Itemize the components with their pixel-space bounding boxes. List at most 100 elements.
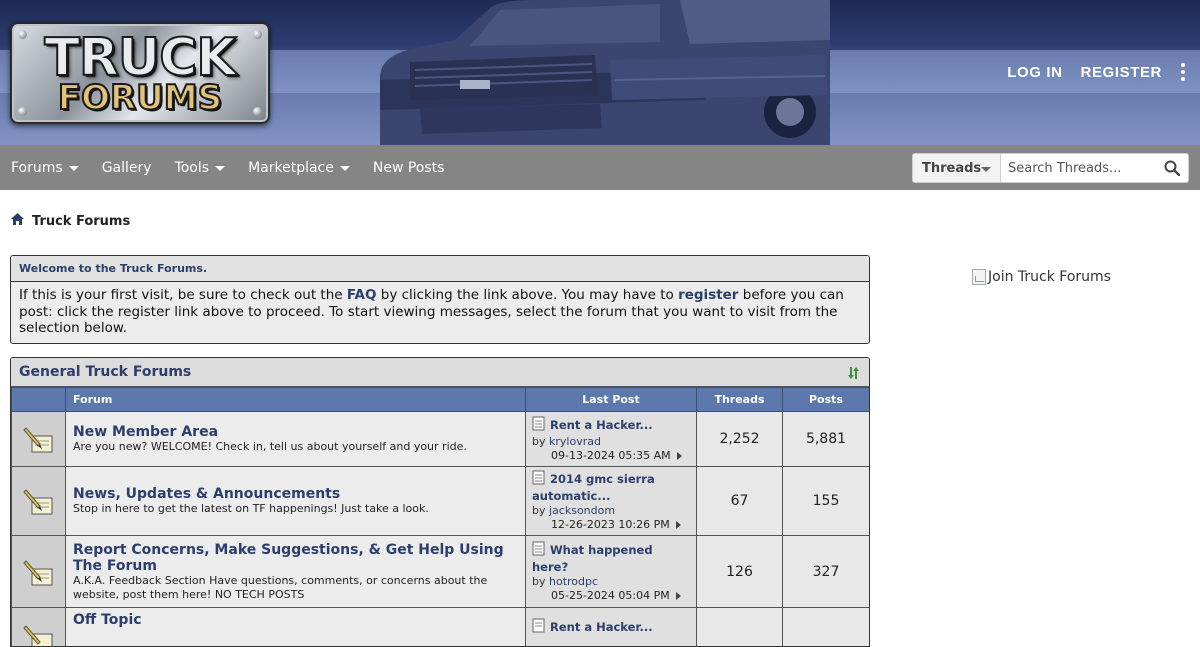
last-post-cell: What happened here? by hotrodpc 05-25-20… [526,536,697,608]
forum-description: A.K.A. Feedback Section Have questions, … [73,574,518,602]
faq-link[interactable]: FAQ [347,287,377,303]
nav-label: Marketplace [248,160,334,176]
nav-marketplace[interactable]: Marketplace [248,160,350,176]
last-post-title[interactable]: 2014 gmc sierra automatic... [532,472,655,503]
goto-post-icon[interactable] [676,521,681,529]
forum-info-cell: New Member Area Are you new? WELCOME! Ch… [66,412,526,467]
table-row: News, Updates & Announcements Stop in he… [12,467,870,536]
last-post-title[interactable]: What happened here? [532,543,653,574]
last-post-title-row[interactable]: 2014 gmc sierra automatic... [532,470,690,504]
row-icon-cell [12,536,66,608]
last-post-cell: Rent a Hacker... [526,608,697,647]
last-post-title[interactable]: Rent a Hacker... [550,418,653,432]
last-post-title[interactable]: Rent a Hacker... [550,620,653,634]
last-post-date-line: 12-26-2023 10:26 PM [532,518,690,532]
site-logo[interactable]: TRUCK FORUMS [10,22,270,124]
last-post-date: 05-25-2024 05:04 PM [551,589,670,602]
register-inline-link[interactable]: register [678,287,738,303]
forum-title-link[interactable]: Report Concerns, Make Suggestions, & Get… [73,542,518,574]
last-post-date: 12-26-2023 10:26 PM [551,518,670,531]
post-count: 155 [783,467,870,536]
thread-count [697,608,783,647]
row-icon-cell [12,608,66,647]
nav-forums[interactable]: Forums [11,160,79,176]
last-post-doc-icon [532,470,546,489]
nav-label: Gallery [102,160,152,176]
search-input[interactable] [1008,161,1158,176]
search-scope-select[interactable]: Threads [912,153,1001,183]
forum-description: Are you new? WELCOME! Check in, tell us … [73,440,518,454]
join-banner[interactable]: Join Truck Forums [972,269,1111,285]
last-post-user-link[interactable]: jacksondom [549,504,615,517]
nav-tools[interactable]: Tools [175,160,226,176]
last-post-date: 09-13-2024 05:35 AM [551,449,671,462]
last-post-author-line: by jacksondom [532,504,690,518]
last-post-user-link[interactable]: hotrodpc [549,575,598,588]
nav-new-posts[interactable]: New Posts [373,160,445,176]
kebab-menu-icon[interactable] [1180,63,1186,81]
category-header: General Truck Forums [11,358,869,387]
last-post-author-line: by krylovrad [532,435,690,449]
forum-title-link[interactable]: New Member Area [73,424,518,440]
last-post-date-line: 05-25-2024 05:04 PM [532,589,690,603]
forum-status-icon [12,484,65,518]
post-count: 327 [783,536,870,608]
last-post-by: by [532,504,549,517]
breadcrumb: Truck Forums [11,213,130,229]
forum-description: Stop in here to get the latest on TF hap… [73,502,518,516]
last-post-title-row[interactable]: Rent a Hacker... [532,618,690,637]
broken-image-icon [972,269,986,285]
forum-table: Forum Last Post Threads Posts New Member… [11,387,870,647]
login-link[interactable]: LOG IN [1007,64,1062,81]
nav-gallery[interactable]: Gallery [102,160,152,176]
forum-info-cell: Off Topic [66,608,526,647]
last-post-doc-icon [532,416,546,435]
forum-info-cell: News, Updates & Announcements Stop in he… [66,467,526,536]
welcome-text: If this is your first visit, be sure to … [11,282,869,337]
chevron-down-icon [340,166,350,171]
goto-post-icon[interactable] [676,592,681,600]
search-scope-label: Threads [922,161,981,176]
welcome-text-part: If this is your first visit, be sure to … [19,287,347,303]
post-count: 5,881 [783,412,870,467]
nav-label: Tools [175,160,210,176]
last-post-doc-icon [532,618,546,637]
column-header-last-post: Last Post [526,388,697,412]
post-count [783,608,870,647]
column-header-posts: Posts [783,388,870,412]
collapse-icon[interactable] [847,365,861,379]
search-icon[interactable] [1158,154,1186,182]
last-post-title-row[interactable]: Rent a Hacker... [532,416,690,435]
register-link[interactable]: REGISTER [1081,64,1162,81]
thread-count: 67 [697,467,783,536]
row-icon-cell [12,412,66,467]
forum-status-icon [12,422,65,456]
last-post-user-link[interactable]: krylovrad [549,435,601,448]
forum-info-cell: Report Concerns, Make Suggestions, & Get… [66,536,526,608]
home-icon[interactable] [11,213,24,229]
welcome-title: Welcome to the Truck Forums. [11,256,869,282]
forum-status-icon [12,555,65,589]
chevron-down-icon [69,166,79,171]
search-bar: Threads [912,153,1189,183]
goto-post-icon[interactable] [677,452,682,460]
forum-title-link[interactable]: News, Updates & Announcements [73,486,518,502]
last-post-by: by [532,575,549,588]
table-row: Report Concerns, Make Suggestions, & Get… [12,536,870,608]
last-post-title-row[interactable]: What happened here? [532,541,690,575]
site-header: TRUCK FORUMS LOG IN REGISTER [0,0,1200,145]
forum-title-link[interactable]: Off Topic [73,612,518,628]
nav-label: New Posts [373,160,445,176]
last-post-cell: Rent a Hacker... by krylovrad 09-13-2024… [526,412,697,467]
category-title[interactable]: General Truck Forums [19,364,191,380]
main-nav: Forums Gallery Tools Marketplace New Pos… [0,145,1200,190]
column-header-threads: Threads [697,388,783,412]
welcome-notice: Welcome to the Truck Forums. If this is … [10,255,870,344]
last-post-by: by [532,435,549,448]
last-post-author-line: by hotrodpc [532,575,690,589]
chevron-down-icon [215,166,225,171]
column-header-icon [12,388,66,412]
last-post-cell: 2014 gmc sierra automatic... by jacksond… [526,467,697,536]
thread-count: 126 [697,536,783,608]
join-banner-alt-text: Join Truck Forums [988,269,1111,285]
